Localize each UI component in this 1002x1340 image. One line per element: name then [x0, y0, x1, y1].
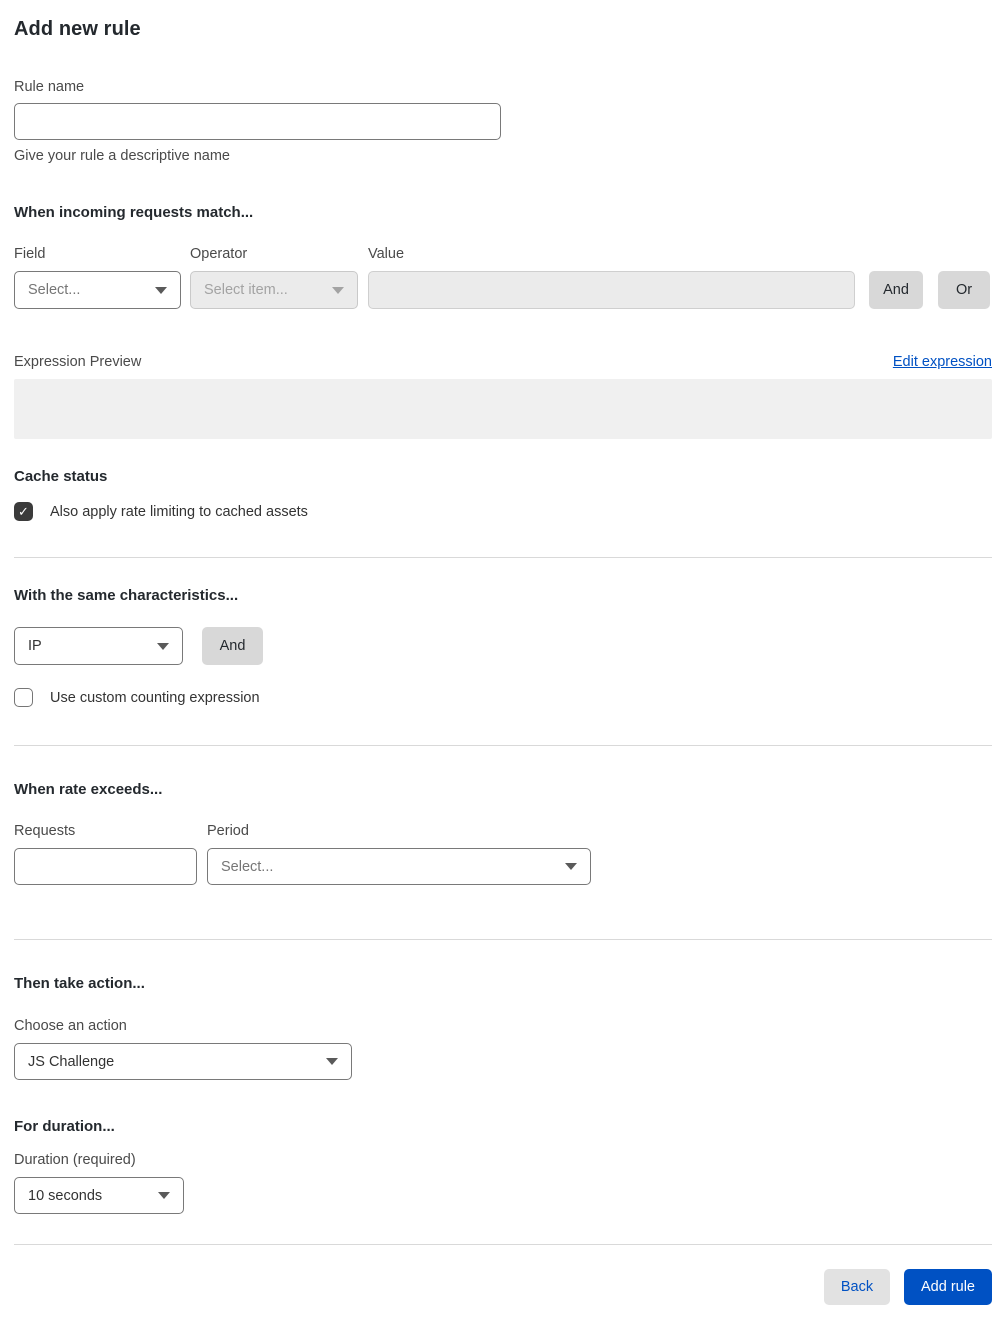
- cache-status-checkbox-row: ✓ Also apply rate limiting to cached ass…: [14, 502, 990, 521]
- counting-expression-checkbox-label[interactable]: Use custom counting expression: [50, 690, 260, 706]
- characteristic-and-button[interactable]: And: [202, 627, 263, 665]
- expression-preview-label: Expression Preview: [14, 354, 142, 370]
- period-select-value: Select...: [221, 858, 274, 875]
- cache-status-heading: Cache status: [14, 468, 108, 485]
- counting-expression-checkbox-row: ✓ Use custom counting expression: [14, 688, 990, 707]
- period-select[interactable]: Select...: [207, 848, 591, 885]
- chevron-down-icon: [326, 1058, 338, 1065]
- check-icon: ✓: [18, 504, 29, 519]
- characteristics-row: IP And: [14, 627, 990, 665]
- field-label: Field: [14, 246, 46, 262]
- characteristic-select-value: IP: [28, 638, 42, 654]
- and-button[interactable]: And: [869, 271, 923, 309]
- page-title: Add new rule: [14, 18, 141, 40]
- rule-name-input[interactable]: [14, 103, 501, 140]
- add-rule-button[interactable]: Add rule: [904, 1269, 992, 1305]
- section-divider: [14, 745, 992, 746]
- expression-preview-box: [14, 379, 992, 439]
- back-button[interactable]: Back: [824, 1269, 890, 1305]
- operator-select-value: Select item...: [204, 282, 288, 298]
- footer-actions: Back Add rule: [14, 1269, 992, 1305]
- requests-label: Requests: [14, 823, 76, 839]
- chevron-down-icon: [155, 286, 167, 294]
- requests-input[interactable]: [14, 848, 197, 885]
- duration-label: Duration (required): [14, 1152, 136, 1168]
- operator-select[interactable]: Select item...: [190, 271, 358, 309]
- action-select[interactable]: JS Challenge: [14, 1043, 352, 1080]
- action-select-value: JS Challenge: [28, 1053, 115, 1070]
- characteristics-heading: With the same characteristics...: [14, 587, 239, 604]
- duration-select[interactable]: 10 seconds: [14, 1177, 184, 1214]
- value-label: Value: [368, 246, 405, 262]
- rate-labels-row: Requests Period: [14, 823, 990, 839]
- cached-assets-checkbox[interactable]: ✓: [14, 502, 33, 521]
- characteristic-select[interactable]: IP: [14, 627, 183, 665]
- operator-label: Operator: [190, 246, 248, 262]
- match-section-heading: When incoming requests match...: [14, 204, 254, 221]
- edit-expression-link[interactable]: Edit expression: [893, 354, 992, 370]
- duration-select-value: 10 seconds: [28, 1187, 103, 1204]
- action-heading: Then take action...: [14, 975, 145, 992]
- duration-heading: For duration...: [14, 1118, 115, 1135]
- rate-controls-row: Select...: [14, 848, 990, 885]
- field-select[interactable]: Select...: [14, 271, 181, 309]
- or-button[interactable]: Or: [938, 271, 990, 309]
- section-divider: [14, 557, 992, 558]
- match-labels-row: Field Operator Value: [14, 246, 990, 262]
- value-input[interactable]: [368, 271, 855, 309]
- add-rule-form: Add new rule Rule name Give your rule a …: [0, 0, 1002, 1340]
- chevron-down-icon: [565, 863, 577, 870]
- rate-heading: When rate exceeds...: [14, 781, 163, 798]
- footer-divider: [14, 1244, 992, 1245]
- section-divider: [14, 939, 992, 940]
- counting-expression-checkbox[interactable]: ✓: [14, 688, 33, 707]
- period-label: Period: [207, 823, 249, 839]
- chevron-down-icon: [157, 642, 169, 650]
- expression-header: Expression Preview Edit expression: [14, 354, 992, 370]
- chevron-down-icon: [158, 1192, 170, 1199]
- rule-name-label: Rule name: [14, 79, 85, 95]
- chevron-down-icon: [332, 286, 344, 294]
- choose-action-label: Choose an action: [14, 1018, 127, 1034]
- match-controls-row: Select... Select item... And Or: [14, 271, 990, 309]
- rule-name-group: Rule name Give your rule a descriptive n…: [14, 79, 990, 164]
- cached-assets-checkbox-label[interactable]: Also apply rate limiting to cached asset…: [50, 504, 308, 520]
- field-select-value: Select...: [28, 282, 81, 298]
- rule-name-helper: Give your rule a descriptive name: [14, 148, 230, 164]
